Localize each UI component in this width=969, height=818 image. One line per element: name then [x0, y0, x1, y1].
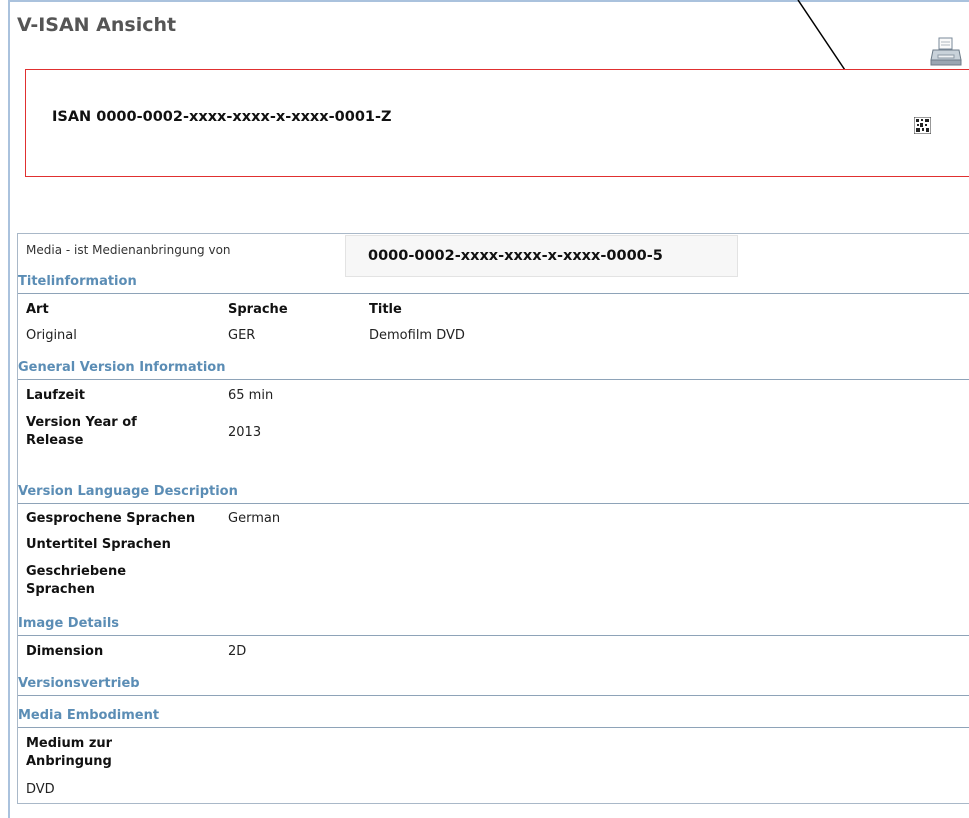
section-divider	[18, 293, 969, 294]
column-header-sprache: Sprache	[228, 302, 288, 317]
section-language: Version Language Description	[18, 484, 238, 499]
printer-icon[interactable]	[930, 36, 962, 68]
section-divider	[18, 503, 969, 504]
section-media-embodiment: Media Embodiment	[18, 708, 160, 723]
section-titelinformation: Titelinformation	[18, 274, 137, 289]
section-divider	[18, 635, 969, 636]
spoken-languages-label: Gesprochene Sprachen	[26, 511, 196, 526]
spoken-languages-value: German	[228, 511, 281, 526]
written-languages-label-line1: Geschriebene	[26, 564, 127, 579]
written-languages-label-line2: Sprachen	[26, 582, 95, 597]
medium-label-line1: Medium zur	[26, 736, 113, 751]
section-divider	[18, 727, 969, 728]
title-art-value: Original	[26, 328, 77, 343]
frame-left-border	[8, 0, 10, 818]
section-image-details: Image Details	[18, 616, 120, 631]
media-relation-label: Media - ist Medienanbringung von	[26, 243, 231, 257]
section-divider	[18, 379, 969, 380]
isan-number: ISAN 0000-0002-xxxx-xxxx-x-xxxx-0001-Z	[52, 109, 392, 125]
version-year-value: 2013	[228, 425, 262, 440]
subtitle-languages-label: Untertitel Sprachen	[26, 537, 171, 552]
section-divider	[18, 695, 969, 696]
section-versionsvertrieb: Versionsvertrieb	[18, 676, 140, 691]
media-relation-link[interactable]: 0000-0002-xxxx-xxxx-x-xxxx-0000-5	[345, 235, 738, 277]
medium-label-line2: Anbringung	[26, 754, 112, 769]
version-year-label-line1: Version Year of	[26, 415, 137, 430]
column-header-art: Art	[26, 302, 49, 317]
dimension-value: 2D	[228, 644, 247, 659]
title-sprache-value: GER	[228, 328, 256, 343]
dimension-label: Dimension	[26, 644, 104, 659]
column-header-title: Title	[369, 302, 402, 317]
laufzeit-label: Laufzeit	[26, 388, 86, 403]
media-relation-value: 0000-0002-xxxx-xxxx-x-xxxx-0000-5	[368, 248, 663, 264]
title-name-value: Demofilm DVD	[369, 328, 465, 343]
version-year-label-line2: Release	[26, 433, 84, 448]
qr-code-icon[interactable]	[913, 116, 932, 135]
laufzeit-value: 65 min	[228, 388, 274, 403]
section-general-version: General Version Information	[18, 360, 226, 375]
medium-value: DVD	[26, 782, 55, 797]
